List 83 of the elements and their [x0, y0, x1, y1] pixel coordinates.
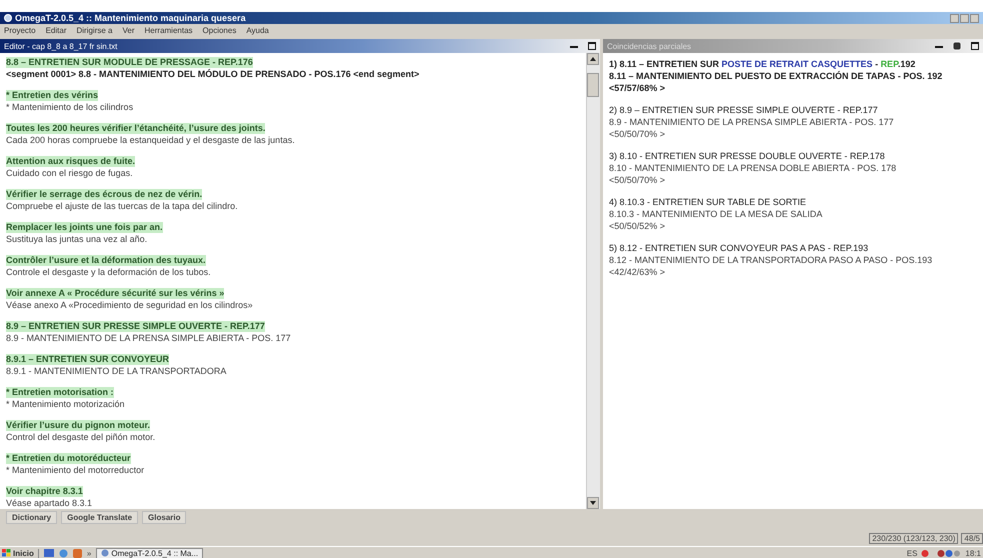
tab[interactable]: Google Translate	[61, 511, 138, 524]
match-source[interactable]: 2) 8.9 – ENTRETIEN SUR PRESSE SIMPLE OUVERTE - REP.177	[609, 105, 977, 116]
match-target[interactable]: 8.12 - MANTENIMIENTO DE LA TRANSPORTADORA PASO A PASO - POS.193	[609, 255, 977, 266]
source-segment[interactable]: Toutes les 200 heures vérifier l’étanchéité, l’usure des joints.	[6, 123, 266, 134]
target-segment[interactable]: Controle el desgaste y la deformación de los tubos.	[6, 267, 211, 278]
minimize-icon[interactable]	[935, 44, 943, 48]
menu-item[interactable]: Opciones	[202, 26, 236, 34]
source-segment[interactable]: 8.8 – ENTRETIEN SUR MODULE DE PRESSAGE - REP.176	[6, 57, 253, 68]
target-segment[interactable]: * Mantenimiento de los cilindros	[6, 102, 134, 113]
desktop-icon[interactable]	[44, 549, 54, 557]
maximize-icon[interactable]	[971, 42, 979, 50]
target-segment[interactable]: 8.9 - MANTENIMIENTO DE LA PRENSA SIMPLE ABIERTA - POS. 177	[6, 333, 291, 344]
minimize-button[interactable]	[950, 14, 959, 22]
taskbar-button[interactable]: OmegaT-2.0.5_4 :: Ma...	[96, 548, 204, 558]
source-segment[interactable]: Contrôler l’usure et la déformation des tuyaux.	[6, 255, 206, 266]
tab[interactable]: Glosario	[142, 511, 186, 524]
app-icon	[101, 549, 110, 557]
overflow-chevron[interactable]: »	[86, 548, 92, 558]
match-target[interactable]: 8.9 - MANTENIMIENTO DE LA PRENSA SIMPLE ABIERTA - POS. 177	[609, 117, 977, 128]
source-segment[interactable]: Vérifier l’usure du pignon moteur.	[6, 420, 150, 431]
source-segment[interactable]: Remplacer les joints une fois par an.	[6, 222, 163, 233]
source-segment[interactable]: Voir annexe A « Procédure sécurité sur les vérins »	[6, 288, 224, 299]
target-segment[interactable]: Véase anexo A «Procedimiento de seguridad en los cilindros»	[6, 300, 253, 311]
match-score: <42/42/63% >	[609, 267, 666, 278]
pane-title: Editor - cap 8_8 a 8_17 fr sin.txt	[4, 42, 118, 50]
language-indicator[interactable]: ES	[906, 548, 918, 558]
scroll-thumb[interactable]	[587, 73, 599, 97]
source-segment[interactable]: 8.9 – ENTRETIEN SUR PRESSE SIMPLE OUVERTE - REP.177	[6, 321, 265, 332]
maximize-icon[interactable]	[588, 42, 596, 50]
source-segment[interactable]: * Entretien du motoréducteur	[6, 453, 131, 464]
target-segment[interactable]: Compruebe el ajuste de las tuercas de la tapa del cilindro.	[6, 201, 238, 212]
match-score: <50/50/70% >	[609, 175, 666, 186]
match-source[interactable]: 4) 8.10.3 - ENTRETIEN SUR TABLE DE SORTIE	[609, 197, 977, 208]
match-source[interactable]: 5) 8.12 - ENTRETIEN SUR CONVOYEUR PAS A PAS - REP.193	[609, 243, 977, 254]
undock-icon[interactable]	[953, 42, 961, 50]
source-segment[interactable]: Vérifier le serrage des écrous de nez de vérin.	[6, 189, 202, 200]
target-segment[interactable]: * Mantenimiento motorización	[6, 399, 125, 410]
status-field: 230/230 (123/123, 230)	[869, 533, 958, 544]
source-segment[interactable]: 8.9.1 – ENTRETIEN SUR CONVOYEUR	[6, 354, 170, 365]
target-segment[interactable]: <segment 0001> 8.8 - MANTENIMIENTO DEL MÓDULO DE PRENSADO - POS.176 <end segment>	[6, 69, 420, 80]
close-button[interactable]	[970, 14, 979, 22]
scroll-up-button[interactable]	[587, 53, 599, 65]
target-segment[interactable]: Cada 200 horas compruebe la estanqueidad y el desgaste de las juntas.	[6, 135, 295, 146]
pane-title: Coincidencias parciales	[607, 42, 692, 50]
app-icon	[4, 14, 12, 22]
source-segment[interactable]: * Entretien des vérins	[6, 90, 98, 101]
menu-item[interactable]: Ayuda	[246, 26, 269, 34]
down-arrow-icon	[590, 501, 596, 505]
window-title: OmegaT-2.0.5_4 :: Mantenimiento maquinaria quesera	[15, 13, 246, 23]
target-segment[interactable]: Cuidado con el riesgo de fugas.	[6, 168, 133, 179]
maximize-button[interactable]	[960, 14, 969, 22]
source-segment[interactable]: Attention aux risques de fuite.	[6, 156, 136, 167]
match-source[interactable]: 3) 8.10 - ENTRETIEN SUR PRESSE DOUBLE OUVERTE - REP.178	[609, 151, 977, 162]
match-target[interactable]: 8.10.3 - MANTENIMIENTO DE LA MESA DE SALIDA	[609, 209, 977, 220]
tab[interactable]: Dictionary	[6, 511, 58, 524]
source-segment[interactable]: Voir chapitre 8.3.1	[6, 486, 83, 497]
tray-icons[interactable]	[921, 548, 962, 558]
target-segment[interactable]: 8.9.1 - MANTENIMIENTO DE LA TRANSPORTADORA	[6, 366, 226, 377]
match-target[interactable]: 8.10 - MANTENIMIENTO DE LA PRENSA DOBLE ABIERTA - POS. 178	[609, 163, 977, 174]
menu-item[interactable]: Editar	[46, 26, 66, 34]
target-segment[interactable]: Control del desgaste del piñón motor.	[6, 432, 156, 443]
browser-icon[interactable]	[58, 548, 68, 558]
media-icon[interactable]	[72, 548, 82, 558]
minimize-icon[interactable]	[570, 44, 578, 48]
start-button[interactable]: Inicio	[2, 548, 39, 558]
match-score: <57/57/68% >	[609, 83, 666, 94]
target-segment[interactable]: * Mantenimiento del motorreductor	[6, 465, 144, 476]
up-arrow-icon	[590, 57, 596, 61]
match-target[interactable]: 8.11 – MANTENIMIENTO DEL PUESTO DE EXTRACCIÓN DE TAPAS - POS. 192	[609, 71, 977, 82]
match-source[interactable]: 1) 8.11 – ENTRETIEN SUR POSTE DE RETRAIT CASQUETTES - REP.192	[609, 59, 977, 70]
source-segment[interactable]: * Entretien motorisation :	[6, 387, 114, 398]
menu-item[interactable]: Herramientas	[144, 26, 193, 34]
menu-item[interactable]: Proyecto	[4, 26, 36, 34]
match-score: <50/50/70% >	[609, 129, 666, 140]
match-score: <50/50/52% >	[609, 221, 666, 232]
scroll-down-button[interactable]	[587, 497, 599, 509]
status-field: 48/5	[961, 533, 983, 544]
menu-item[interactable]: Dirigirse a	[76, 26, 112, 34]
four-squares-icon	[2, 549, 11, 557]
target-segment[interactable]: Véase apartado 8.3.1	[6, 498, 92, 509]
target-segment[interactable]: Sustituya las juntas una vez al año.	[6, 234, 148, 245]
clock: 18:1	[965, 548, 981, 558]
menu-item[interactable]: Ver	[122, 26, 135, 34]
